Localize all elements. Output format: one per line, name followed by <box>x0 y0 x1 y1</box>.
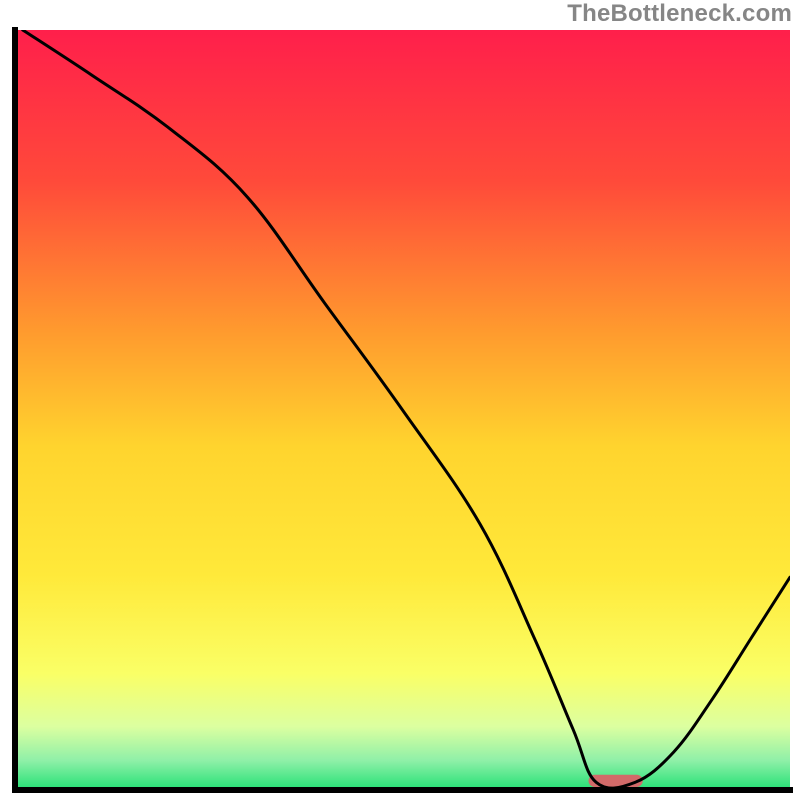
bottleneck-chart <box>0 0 800 800</box>
chart-stage: TheBottleneck.com <box>0 0 800 800</box>
watermark-text: TheBottleneck.com <box>567 0 792 28</box>
gradient-background <box>18 30 790 787</box>
